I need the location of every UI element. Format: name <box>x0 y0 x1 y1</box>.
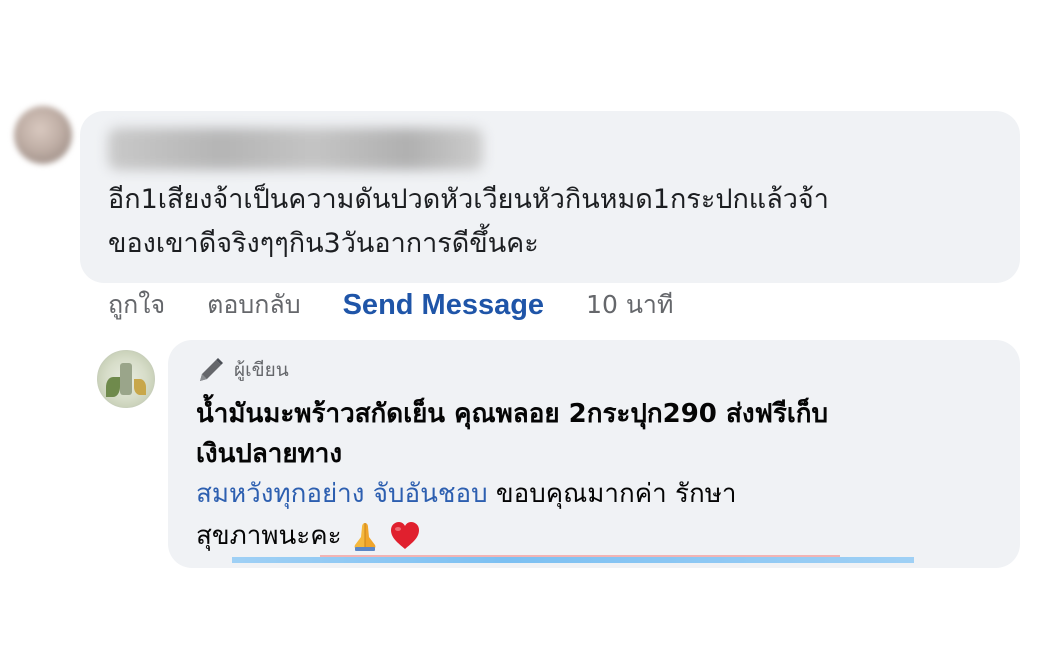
send-message-link[interactable]: Send Message <box>343 289 544 322</box>
red-heart-icon <box>390 522 419 549</box>
commenter-name-blurred[interactable] <box>108 128 483 170</box>
reply-text-main: น้ำมันมะพร้าวสกัดเย็น คุณพลอย 2กระปุก290… <box>196 399 829 469</box>
avatar-leaf-shape <box>106 377 120 397</box>
comment-text: อีก1เสียงจ้าเป็นความดันปวดหัวเวียนหัวกิน… <box>108 184 829 259</box>
mention-link[interactable]: สมหวังทุกอย่าง จับอันชอบ <box>196 479 488 509</box>
commenter-avatar[interactable] <box>14 106 72 164</box>
comment-thread: อีก1เสียงจ้าเป็นความดันปวดหัวเวียนหัวกิน… <box>0 0 1040 668</box>
reply-text-last-line: สุขภาพนะคะ <box>196 516 422 556</box>
author-badge: ผู้เขียน <box>196 352 289 388</box>
like-link[interactable]: ถูกใจ <box>108 285 165 325</box>
avatar-bottle-shape <box>120 363 132 395</box>
author-badge-label: ผู้เขียน <box>234 359 289 381</box>
folded-hands-icon <box>354 523 376 551</box>
reply-text-thanks: ขอบคุณมากค่า รักษา <box>487 479 737 509</box>
page-avatar[interactable] <box>97 350 155 408</box>
comment-actions: ถูกใจ ตอบกลับ Send Message 10 นาที <box>108 283 673 327</box>
avatar-coconut-shape <box>134 379 146 395</box>
reply-link[interactable]: ตอบกลับ <box>207 285 300 325</box>
pencil-icon <box>200 358 223 381</box>
reply-text-health: สุขภาพนะคะ <box>196 521 342 551</box>
reply-text-mention-line: สมหวังทุกอย่าง จับอันชอบ ขอบคุณมากค่า รั… <box>196 474 996 514</box>
cropped-edge-blue <box>232 557 914 563</box>
comment-timestamp[interactable]: 10 นาที <box>586 285 673 325</box>
